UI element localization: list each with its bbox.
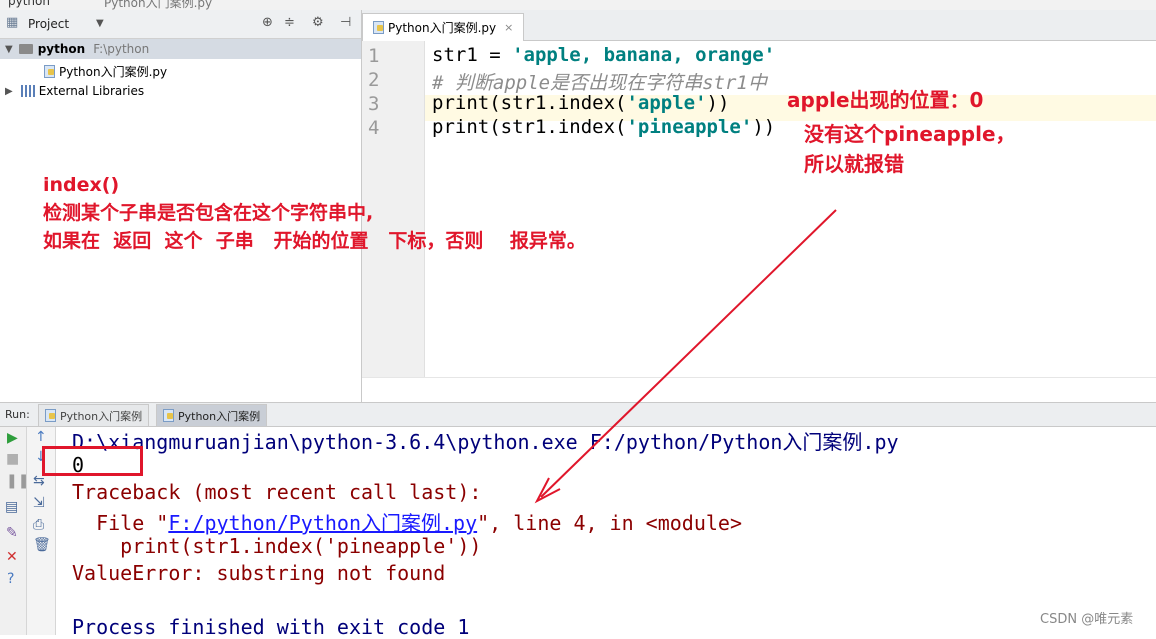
annotation-arrow (534, 209, 837, 504)
watermark: CSDN @唯元素 (1040, 612, 1134, 627)
